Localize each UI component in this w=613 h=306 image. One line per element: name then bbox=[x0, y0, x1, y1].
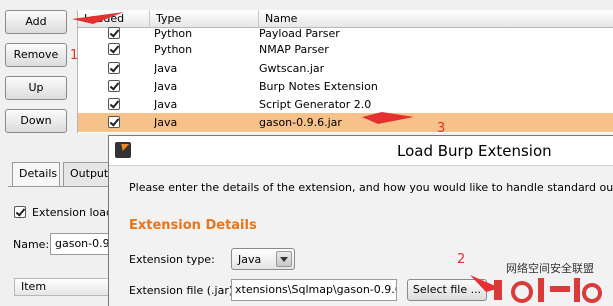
annotation-number-2: 2 bbox=[457, 252, 466, 267]
arrow-to-row-icon bbox=[362, 112, 414, 124]
annotation-number-1: 1 bbox=[70, 48, 79, 63]
arrow-to-add-icon bbox=[72, 12, 124, 24]
watermark: 网络空间安全联盟 bbox=[470, 258, 613, 306]
watermark-logo bbox=[494, 278, 602, 303]
burp-extender-window: Add Remove Up Down Loaded Type Name Pyth… bbox=[0, 0, 613, 306]
annotation-number-3: 3 bbox=[437, 121, 446, 136]
